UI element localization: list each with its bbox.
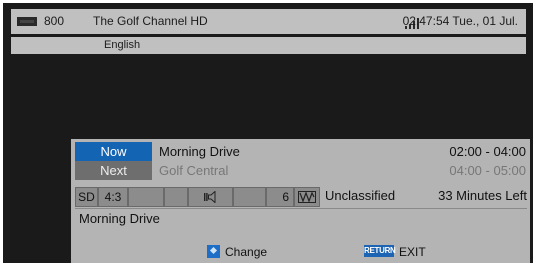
next-program-time: 04:00 - 05:00 [449,163,526,178]
exit-label[interactable]: EXIT [399,245,426,259]
channel-number: 800 [44,14,65,28]
tv-channel-icon [17,17,37,26]
blue-key-icon[interactable] [207,245,220,258]
language-bar: English [11,37,526,54]
key-hints: Change RETURN EXIT [71,242,530,262]
rating-icon [294,187,320,207]
speaker-icon [188,187,233,207]
divider [75,208,527,209]
next-tab[interactable]: Next [75,161,152,180]
program-description: Morning Drive [79,211,160,226]
channel-name: The Golf Channel HD [93,14,208,28]
date-time: 02:47:54 Tue., 01 Jul. [402,14,518,28]
next-program-title: Golf Central [159,163,229,178]
return-key-icon[interactable]: RETURN [364,245,396,257]
epg-row-next[interactable]: Next Golf Central 04:00 - 05:00 [71,161,530,181]
program-attributes: SD 4:3 6 Unclassified 33 Minutes Left [75,187,527,207]
channel-info-bar: 800 The Golf Channel HD 02:47:54 Tue., 0… [11,9,526,34]
rating-text: Unclassified [325,187,435,207]
tv-screen: 800 The Golf Channel HD 02:47:54 Tue., 0… [3,3,533,263]
empty-attribute-cell [233,187,266,207]
empty-attribute-cell [164,187,188,207]
now-program-time: 02:00 - 04:00 [449,144,526,159]
now-tab[interactable]: Now [75,142,152,161]
time-remaining: 33 Minutes Left [435,187,527,207]
aspect-ratio-badge: 4:3 [98,187,128,207]
audio-channel-count: 6 [266,187,294,207]
empty-attribute-cell [128,187,164,207]
epg-row-now[interactable]: Now Morning Drive 02:00 - 04:00 [71,139,530,161]
change-label[interactable]: Change [225,245,267,259]
now-program-title: Morning Drive [159,144,240,159]
epg-panel: Now Morning Drive 02:00 - 04:00 Next Gol… [71,139,530,263]
definition-badge: SD [75,187,98,207]
audio-language[interactable]: English [104,39,140,51]
